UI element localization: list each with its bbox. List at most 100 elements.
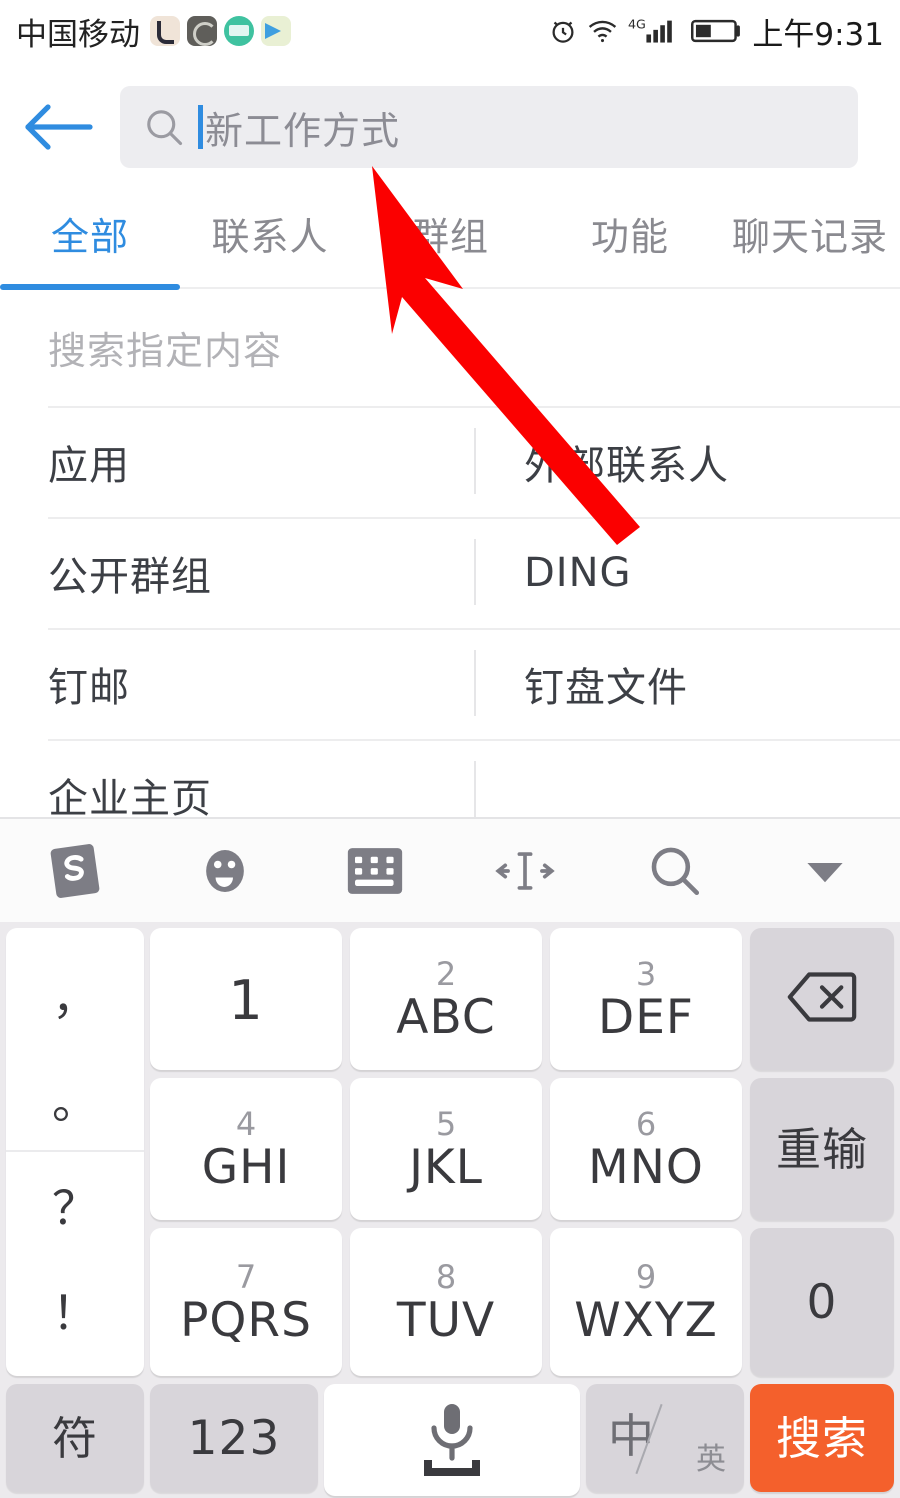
search-input[interactable]: 新工作方式 — [120, 86, 858, 168]
key-2-abc[interactable]: 2 ABC — [350, 928, 542, 1070]
alarm-icon — [548, 16, 578, 46]
key-9-label: WXYZ — [574, 1292, 718, 1348]
key-6-mno[interactable]: 6 MNO — [550, 1078, 742, 1220]
carrier-label: 中国移动 — [16, 16, 140, 53]
key-9-number: 9 — [635, 1257, 657, 1296]
paper-plane-icon — [261, 16, 291, 46]
tab-all[interactable]: 全部 — [0, 192, 180, 261]
search-icon[interactable] — [600, 818, 750, 923]
key-7-number: 7 — [235, 1257, 257, 1296]
column-divider — [474, 761, 476, 817]
key-1[interactable]: 1 — [150, 928, 342, 1070]
search-enter-key[interactable]: 搜索 — [750, 1384, 894, 1492]
text-caret — [198, 105, 203, 149]
sogou-keyboard: ， 。 ？ ！ 1 2 ABC 3 DEF 4 GHI 5 JKL 6 MNO … — [0, 817, 900, 1498]
app-dark-icon — [187, 16, 217, 46]
back-button[interactable] — [0, 62, 120, 192]
search-input-value: 新工作方式 — [205, 108, 401, 153]
signal-4g-icon: 4G — [627, 16, 682, 46]
key-7-pqrs[interactable]: 7 PQRS — [150, 1228, 342, 1376]
tab-groups[interactable]: 群组 — [360, 192, 540, 261]
key-3-number: 3 — [635, 954, 657, 993]
key-5-label: JKL — [409, 1139, 483, 1195]
search-icon — [142, 105, 186, 149]
key-8-label: TUV — [396, 1292, 496, 1348]
status-bar: 中国移动 4G 上午9:31 — [0, 0, 900, 62]
key-6-label: MNO — [588, 1139, 704, 1195]
key-7-label: PQRS — [180, 1292, 312, 1348]
search-scope-grid: 应用 外部联系人 公开群组 DING 钉邮 钉盘文件 — [0, 406, 900, 739]
language-toggle-key[interactable]: 中 英 — [586, 1384, 744, 1492]
key-4-label: GHI — [201, 1139, 291, 1195]
space-key[interactable] — [324, 1384, 580, 1496]
key-6-number: 6 — [635, 1104, 657, 1143]
key-4-ghi[interactable]: 4 GHI — [150, 1078, 342, 1220]
retype-label: 重输 — [775, 1122, 868, 1176]
scope-public-groups[interactable]: 公开群组 — [48, 544, 212, 602]
sogou-logo-icon[interactable] — [0, 818, 150, 923]
zh-en-toggle: 中 英 — [586, 1384, 744, 1492]
tab-contacts[interactable]: 联系人 — [180, 192, 360, 261]
punct-question[interactable]: ？ — [6, 1153, 144, 1257]
scope-ding[interactable]: DING — [524, 550, 632, 596]
key-3-def[interactable]: 3 DEF — [550, 928, 742, 1070]
emoji-icon[interactable] — [150, 818, 300, 923]
search-tabs: 全部 联系人 群组 功能 聊天记录 — [0, 192, 900, 290]
svg-text:4G: 4G — [628, 17, 646, 32]
numeric-label: 123 — [187, 1410, 281, 1466]
key-1-label: 1 — [228, 969, 264, 1032]
column-divider — [474, 539, 476, 605]
phone-screen: 中国移动 4G 上午9:31 新工作方式 全部 联系人 群组 功能 聊天记录 搜… — [0, 0, 900, 1498]
clock-label: 上午9:31 — [752, 16, 884, 53]
backspace-icon — [785, 969, 859, 1030]
symbols-label: 符 — [51, 1411, 98, 1465]
table-row-partial: 企业主页 — [0, 739, 900, 817]
key-0-label: 0 — [806, 1274, 838, 1330]
douyin-icon — [150, 16, 180, 46]
punct-period[interactable]: 。 — [6, 1048, 144, 1152]
punct-exclaim[interactable]: ！ — [6, 1258, 144, 1362]
key-2-label: ABC — [396, 989, 496, 1045]
tab-functions[interactable]: 功能 — [540, 192, 720, 261]
back-arrow-icon — [25, 104, 93, 150]
tab-chat-history[interactable]: 聊天记录 — [720, 192, 900, 261]
key-8-tuv[interactable]: 8 TUV — [350, 1228, 542, 1376]
key-5-number: 5 — [435, 1104, 457, 1143]
notification-app-icons — [150, 16, 291, 46]
language-en-label: 英 — [696, 1442, 726, 1477]
symbols-key[interactable]: 符 — [6, 1384, 144, 1492]
search-enter-label: 搜索 — [775, 1411, 868, 1465]
key-0[interactable]: 0 — [750, 1228, 894, 1376]
scope-external-contacts[interactable]: 外部联系人 — [524, 433, 729, 491]
battery-icon — [691, 17, 743, 45]
search-header: 新工作方式 — [0, 62, 900, 192]
table-row: 公开群组 DING — [0, 517, 900, 628]
keyboard-icon[interactable] — [300, 818, 450, 923]
key-5-jkl[interactable]: 5 JKL — [350, 1078, 542, 1220]
punct-comma[interactable]: ， — [6, 943, 144, 1047]
column-divider — [474, 650, 476, 716]
key-2-number: 2 — [435, 954, 457, 993]
collapse-down-icon[interactable] — [750, 818, 900, 923]
scope-company-homepage[interactable]: 企业主页 — [48, 766, 212, 818]
punctuation-key[interactable]: ， 。 ？ ！ — [6, 928, 144, 1376]
key-4-number: 4 — [235, 1104, 257, 1143]
scope-apps[interactable]: 应用 — [48, 433, 130, 491]
key-3-label: DEF — [598, 989, 694, 1045]
status-right-icons: 4G 上午9:31 — [548, 9, 884, 54]
backspace-key[interactable] — [750, 928, 894, 1070]
language-zh-label: 中 — [608, 1409, 654, 1463]
cursor-move-icon[interactable] — [450, 818, 600, 923]
key-9-wxyz[interactable]: 9 WXYZ — [550, 1228, 742, 1376]
table-row: 应用 外部联系人 — [0, 406, 900, 517]
scope-dingdrive-files[interactable]: 钉盘文件 — [524, 655, 688, 713]
retype-key[interactable]: 重输 — [750, 1078, 894, 1220]
numeric-key[interactable]: 123 — [150, 1384, 318, 1492]
table-row: 钉邮 钉盘文件 — [0, 628, 900, 739]
keyboard-toolbar — [0, 817, 900, 922]
scope-dingmail[interactable]: 钉邮 — [48, 655, 130, 713]
column-divider — [474, 428, 476, 494]
section-title: 搜索指定内容 — [48, 329, 283, 373]
app-green-icon — [224, 16, 254, 46]
keypad: ， 。 ？ ！ 1 2 ABC 3 DEF 4 GHI 5 JKL 6 MNO … — [0, 922, 900, 1498]
